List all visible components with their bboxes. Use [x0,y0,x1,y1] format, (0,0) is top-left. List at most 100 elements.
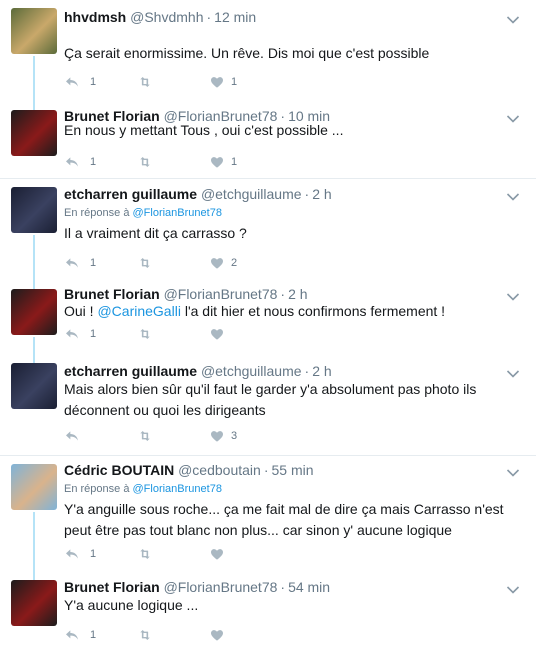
like-count: 3 [231,430,238,442]
timestamp[interactable]: 2 h [312,186,331,202]
display-name[interactable]: Brunet Florian [64,286,160,302]
reply-count: 1 [90,328,97,340]
separator-dot: · [280,579,286,595]
retweet-button[interactable] [136,74,160,90]
in-reply-label: En réponse à [64,483,130,495]
reply-button[interactable]: 1 [64,154,96,170]
timestamp[interactable]: 54 min [288,579,330,595]
retweet-icon [136,326,154,342]
tweet-menu-button[interactable] [506,465,520,475]
thread-line [33,235,35,281]
like-count: 1 [231,156,238,168]
chevron-down-icon [506,114,520,124]
user-handle[interactable]: @FlorianBrunet78 [164,286,278,302]
retweet-button[interactable] [136,326,160,342]
avatar[interactable] [11,110,57,156]
tweet-text: Y'a aucune logique ... [64,595,524,616]
tweet[interactable]: Brunet Florian @FlorianBrunet78 · 54 min Y'… [0,572,536,644]
tweet-text-body: En nous y mettant Tous , oui c'est possi… [64,122,344,138]
timestamp[interactable]: 2 h [312,363,331,379]
conversation-separator [0,178,536,179]
tweet[interactable]: etcharren guillaume @etchguillaume · 2 h Ma… [0,353,536,454]
retweet-button[interactable] [136,627,160,643]
retweet-icon [136,255,154,271]
thread-line [33,512,35,572]
display-name[interactable]: etcharren guillaume [64,186,197,202]
display-name[interactable]: etcharren guillaume [64,363,197,379]
tweet-header: etcharren guillaume @etchguillaume · 2 h [64,186,332,202]
tweet[interactable]: Brunet Florian @FlorianBrunet78 · 2 h Oui !… [0,281,536,353]
reply-count: 1 [90,548,97,560]
separator-dot: · [280,286,286,302]
timestamp[interactable]: 12 min [214,9,256,25]
user-handle[interactable]: @etchguillaume [201,363,302,379]
retweet-button[interactable] [136,546,160,562]
user-handle[interactable]: @Shvdmhh [130,9,203,25]
avatar[interactable] [11,580,57,626]
retweet-icon [136,627,154,643]
separator-dot: · [263,462,269,478]
tweet[interactable]: etcharren guillaume @etchguillaume · 2 h En… [0,178,536,281]
avatar[interactable] [11,187,57,233]
timestamp[interactable]: 55 min [271,462,313,478]
heart-icon [209,428,225,444]
display-name[interactable]: Brunet Florian [64,579,160,595]
like-button[interactable] [209,546,231,562]
tweet-menu-button[interactable] [506,189,520,199]
tweet-text: Mais alors bien sûr qu'il faut le garder… [64,379,524,421]
reply-button[interactable] [64,428,90,444]
tweet-text: Oui ! @CarineGalli l'a dit hier et nous … [64,301,524,322]
mention-link[interactable]: @CarineGalli [97,303,180,319]
separator-dot: · [206,9,212,25]
avatar[interactable] [11,289,57,335]
reply-button[interactable]: 1 [64,255,96,271]
thread-line [33,281,35,289]
retweet-button[interactable] [136,428,160,444]
tweet[interactable]: Cédric BOUTAIN @cedboutain · 55 min En répo… [0,455,536,572]
tweet[interactable]: hhvdmsh @Shvdmhh · 12 min Ça serait enormis… [0,0,536,99]
tweet-menu-button[interactable] [506,366,520,376]
like-button[interactable] [209,326,231,342]
reply-count: 1 [90,257,97,269]
tweet[interactable]: Brunet Florian @FlorianBrunet78 · 10 min En… [0,99,536,177]
heart-icon [209,154,225,170]
tweet-text: Il a vraiment dit ça carrasso ? [64,223,524,244]
timestamp[interactable]: 2 h [288,286,307,302]
reply-button[interactable]: 1 [64,74,96,90]
like-button[interactable]: 3 [209,428,237,444]
user-handle[interactable]: @etchguillaume [201,186,302,202]
tweet-menu-button[interactable] [506,582,520,592]
avatar[interactable] [11,464,57,510]
like-button[interactable] [209,627,231,643]
like-button[interactable]: 1 [209,74,237,90]
tweet-header: etcharren guillaume @etchguillaume · 2 h [64,363,332,379]
retweet-button[interactable] [136,154,160,170]
like-button[interactable]: 1 [209,154,237,170]
user-handle[interactable]: @FlorianBrunet78 [164,579,278,595]
reply-icon [64,154,80,170]
tweet-menu-button[interactable] [506,289,520,299]
chevron-down-icon [506,585,520,595]
user-handle[interactable]: @cedboutain [178,462,261,478]
avatar[interactable] [11,363,57,409]
tweet-menu-button[interactable] [506,111,520,121]
reply-button[interactable]: 1 [64,627,96,643]
chevron-down-icon [506,292,520,302]
reply-button[interactable]: 1 [64,546,96,562]
like-button[interactable]: 2 [209,255,237,271]
tweet-menu-button[interactable] [506,12,520,22]
retweet-icon [136,428,154,444]
avatar[interactable] [11,8,57,54]
display-name[interactable]: Cédric BOUTAIN [64,462,174,478]
retweet-button[interactable] [136,255,160,271]
in-reply-mention[interactable]: @FlorianBrunet78 [133,483,222,495]
reply-count: 1 [90,629,97,641]
reply-icon [64,627,80,643]
thread-line [33,99,35,110]
reply-icon [64,326,80,342]
display-name[interactable]: hhvdmsh [64,9,126,25]
in-reply-mention[interactable]: @FlorianBrunet78 [133,207,222,219]
tweet-text-body: Y'a aucune logique ... [64,597,199,613]
reply-button[interactable]: 1 [64,326,96,342]
tweet-text: En nous y mettant Tous , oui c'est possi… [64,120,524,141]
